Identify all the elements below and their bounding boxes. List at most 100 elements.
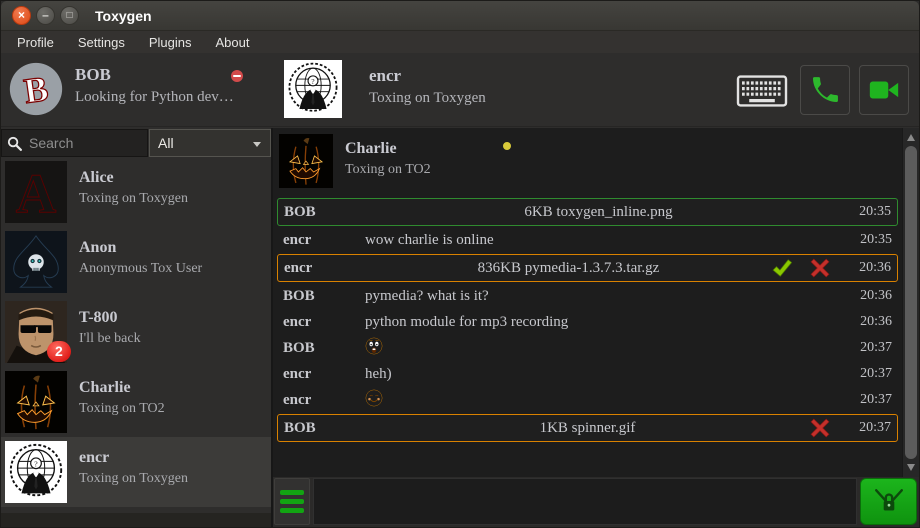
menu-bar-icon	[280, 490, 304, 495]
menu-item[interactable]: About	[203, 35, 261, 50]
message-time: 20:35	[846, 232, 892, 248]
message-time: 20:36	[846, 314, 892, 330]
file-label: 836KB pymedia-1.3.7.3.tar.gz	[366, 260, 771, 277]
file-label: 1KB spinner.gif	[366, 420, 809, 437]
message-sender: BOB	[284, 420, 366, 437]
message-row[interactable]: encr python module for mp3 recording 20:…	[277, 310, 898, 334]
contact-row[interactable]: T-800 I'll be back 2	[1, 297, 271, 367]
message-sender: encr	[283, 392, 365, 409]
contact-avatar	[5, 231, 67, 293]
message-text: pymedia? what is it?	[365, 288, 846, 305]
contact-status-message: Toxing on Toxygen	[79, 471, 188, 487]
contact-name: encr	[79, 449, 109, 467]
send-message-button[interactable]	[860, 478, 917, 525]
message-text: wow charlie is online	[365, 232, 846, 249]
contact-status-message: I'll be back	[79, 331, 141, 347]
contact-status-message: Toxing on TO2	[79, 401, 165, 417]
contact-avatar	[5, 161, 67, 223]
menu-item[interactable]: Plugins	[137, 35, 204, 50]
phone-icon	[809, 74, 841, 106]
file-actions	[809, 417, 831, 439]
scroll-up-icon[interactable]	[907, 134, 915, 141]
contact-avatar	[5, 371, 67, 433]
minimize-window-icon[interactable]	[36, 6, 55, 25]
search-input[interactable]	[27, 134, 137, 152]
audio-call-button[interactable]	[800, 65, 850, 115]
chat-peer-header[interactable]: Charlie Toxing on TO2	[273, 132, 902, 196]
self-avatar[interactable]	[9, 62, 63, 116]
close-window-icon[interactable]	[12, 6, 31, 25]
self-busy-status-icon	[231, 70, 243, 82]
toxygen-window: Toxygen ProfileSettingsPluginsAbout BOB …	[0, 0, 920, 528]
typing-keyboard-icon[interactable]	[736, 75, 788, 107]
menu-bar-icon	[280, 499, 304, 504]
search-row: All	[1, 129, 271, 157]
message-sender: BOB	[283, 340, 365, 357]
chat-peer-name: Charlie	[345, 140, 397, 158]
message-text: python module for mp3 recording	[365, 314, 846, 331]
message-time: 20:37	[845, 420, 891, 436]
scroll-down-icon[interactable]	[907, 464, 915, 471]
active-contact-avatar	[284, 60, 342, 118]
file-transfer-row[interactable]: BOB 1KB spinner.gif 20:37	[277, 414, 898, 442]
file-label: 6KB toxygen_inline.png	[366, 204, 831, 221]
message-time: 20:37	[846, 340, 892, 356]
search-box	[1, 129, 148, 157]
accept-file-icon[interactable]	[771, 257, 793, 279]
window-title: Toxygen	[95, 8, 152, 24]
chat-panel: Charlie Toxing on TO2 BOB 6KB toxygen_in…	[271, 128, 919, 527]
cancel-file-icon[interactable]	[809, 257, 831, 279]
menu-item[interactable]: Settings	[66, 35, 137, 50]
message-list: BOB 6KB toxygen_inline.png 20:35 encr wo…	[273, 198, 902, 442]
composer	[273, 477, 919, 527]
video-camera-icon	[867, 73, 901, 107]
message-input[interactable]	[313, 478, 857, 525]
self-profile[interactable]: BOB Looking for Python dev…	[1, 53, 271, 126]
emoji-icon	[365, 389, 383, 407]
message-row[interactable]: encr heh) 20:37	[277, 362, 898, 386]
message-sender: encr	[284, 260, 366, 277]
contact-row[interactable]: Anon Anonymous Tox User	[1, 227, 271, 297]
message-sender: encr	[283, 314, 365, 331]
message-row[interactable]: encr 20:37	[277, 388, 898, 412]
message-sender: BOB	[283, 288, 365, 305]
video-call-button[interactable]	[859, 65, 909, 115]
message-row[interactable]: encr wow charlie is online 20:35	[277, 228, 898, 252]
chevron-down-icon	[253, 142, 261, 147]
active-chat-header: encr Toxing on Toxygen	[271, 53, 919, 126]
message-row[interactable]: BOB pymedia? what is it? 20:36	[277, 284, 898, 308]
contact-status-message: Anonymous Tox User	[79, 261, 202, 277]
menu-item[interactable]: Profile	[5, 35, 66, 50]
message-sender: encr	[283, 366, 365, 383]
contact-name: Charlie	[79, 379, 131, 397]
scrollbar-thumb[interactable]	[905, 146, 917, 459]
message-text: heh)	[365, 366, 846, 383]
contact-row[interactable]: Alice Toxing on Toxygen	[1, 157, 271, 227]
encrypted-send-lock-icon	[870, 485, 908, 519]
smileys-menu-button[interactable]	[274, 478, 310, 525]
message-emoji	[365, 389, 846, 412]
cancel-file-icon[interactable]	[809, 417, 831, 439]
maximize-window-icon[interactable]	[60, 6, 79, 25]
contact-list: Alice Toxing on Toxygen Anon Anonymous T…	[1, 157, 271, 507]
contact-filter-value: All	[158, 135, 174, 151]
menu-bar-icon	[280, 508, 304, 513]
self-name: BOB	[75, 65, 111, 85]
contact-row[interactable]: Charlie Toxing on TO2	[1, 367, 271, 437]
message-time: 20:36	[846, 288, 892, 304]
message-emoji	[365, 337, 846, 360]
message-time: 20:36	[845, 260, 891, 276]
contact-status-message: Toxing on Toxygen	[79, 191, 188, 207]
chat-peer-avatar	[279, 134, 333, 188]
chat-scrollbar[interactable]	[902, 128, 919, 477]
message-row[interactable]: BOB 20:37	[277, 336, 898, 360]
self-status-message: Looking for Python dev…	[75, 89, 234, 106]
file-actions	[771, 257, 831, 279]
header: BOB Looking for Python dev… encr Toxing …	[1, 53, 919, 127]
file-transfer-row[interactable]: encr 836KB pymedia-1.3.7.3.tar.gz 20:36	[277, 254, 898, 282]
contact-filter-dropdown[interactable]: All	[149, 129, 271, 157]
menubar: ProfileSettingsPluginsAbout	[1, 31, 919, 53]
contact-row[interactable]: encr Toxing on Toxygen	[1, 437, 271, 507]
file-transfer-row[interactable]: BOB 6KB toxygen_inline.png 20:35	[277, 198, 898, 226]
message-time: 20:35	[845, 204, 891, 220]
